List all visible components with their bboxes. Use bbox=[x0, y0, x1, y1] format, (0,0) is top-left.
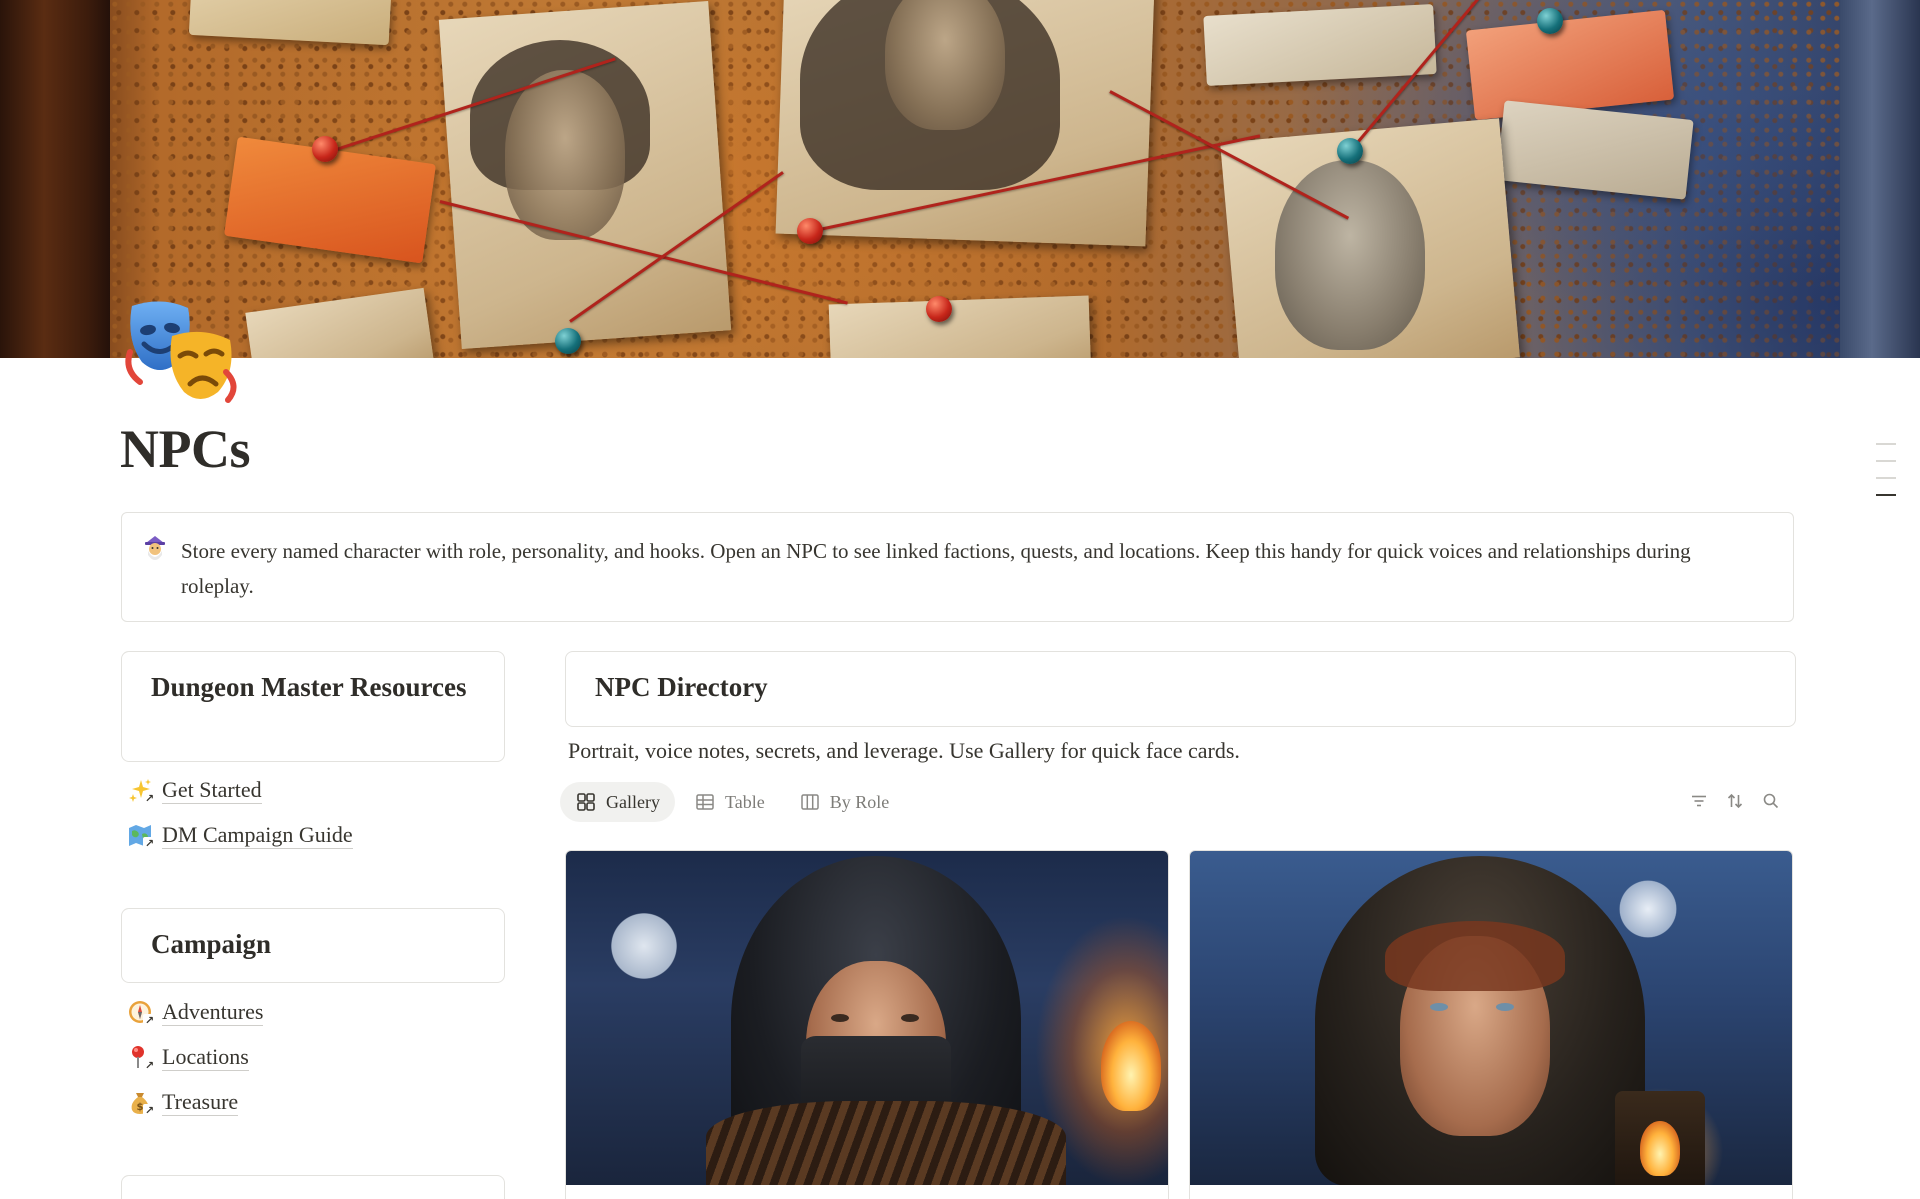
toc-line bbox=[1876, 477, 1896, 479]
portrait-eye bbox=[1496, 1003, 1514, 1011]
toc-line bbox=[1876, 460, 1896, 462]
link-get-started[interactable]: ↗ Get Started bbox=[127, 767, 353, 812]
section-header-dm-resources: Dungeon Master Resources bbox=[121, 651, 505, 762]
cover-pushpin bbox=[555, 328, 581, 354]
callout-text: Store every named character with role, p… bbox=[181, 539, 1691, 598]
link-label: DM Campaign Guide bbox=[162, 821, 353, 849]
cover-ticket bbox=[1465, 9, 1675, 121]
tab-label: Table bbox=[724, 791, 765, 812]
round-pushpin-icon: ↗ bbox=[127, 1044, 156, 1072]
toc-line bbox=[1876, 443, 1896, 445]
tab-by-role[interactable]: By Role bbox=[784, 782, 905, 822]
portrait-torch-flame bbox=[1101, 1021, 1161, 1111]
link-adventures[interactable]: ↗ Adventures bbox=[127, 989, 264, 1034]
portrait-hair bbox=[1385, 921, 1565, 991]
card-footer bbox=[566, 1185, 1168, 1199]
compass-icon: ↗ bbox=[127, 999, 156, 1027]
card-footer bbox=[1190, 1185, 1792, 1199]
world-map-icon: ↗ bbox=[127, 822, 156, 850]
link-arrow-icon: ↗ bbox=[143, 791, 156, 805]
cover-pushpin bbox=[926, 296, 952, 322]
gallery-icon bbox=[577, 793, 595, 811]
tab-label: By Role bbox=[829, 791, 890, 812]
cover-pushpin bbox=[1537, 8, 1563, 34]
cover-pushpin bbox=[797, 218, 823, 244]
table-icon bbox=[696, 794, 714, 810]
database-view-tabs: Gallery Table By Role bbox=[560, 782, 908, 822]
cover-sketch-face bbox=[505, 70, 625, 240]
cover-ticket bbox=[188, 0, 392, 46]
link-locations[interactable]: ↗ Locations bbox=[127, 1034, 263, 1079]
section-title: NPC Directory bbox=[595, 672, 768, 702]
link-label: Treasure bbox=[162, 1088, 239, 1116]
campaign-links: ↗ Adventures ↗ Locations $ ↗ Treasure bbox=[127, 989, 264, 1124]
cover-frame-right bbox=[1840, 0, 1920, 358]
cover-wood-frame bbox=[0, 0, 110, 358]
money-bag-icon: $ ↗ bbox=[127, 1089, 156, 1117]
table-of-contents-indicator[interactable] bbox=[1876, 443, 1896, 511]
board-icon bbox=[800, 794, 819, 810]
database-toolbar bbox=[1688, 790, 1782, 812]
npc-gallery-card[interactable] bbox=[1189, 850, 1793, 1199]
cover-sketch-paper bbox=[245, 287, 435, 358]
portrait-lantern-flame bbox=[1640, 1121, 1680, 1176]
cover-sketch-face bbox=[885, 0, 1005, 130]
npc-gallery-card[interactable] bbox=[565, 850, 1169, 1199]
link-arrow-icon: ↗ bbox=[143, 1013, 156, 1027]
section-title: Campaign bbox=[151, 929, 272, 959]
toc-line-active bbox=[1876, 494, 1896, 496]
cover-pushpin bbox=[1337, 138, 1363, 164]
section-header-npc-directory: NPC Directory bbox=[565, 651, 1796, 727]
search-icon[interactable] bbox=[1760, 790, 1782, 812]
portrait-eye bbox=[831, 1014, 849, 1022]
link-label: Adventures bbox=[162, 998, 264, 1026]
portrait-eye bbox=[901, 1014, 919, 1022]
cover-ticket bbox=[1203, 4, 1437, 86]
link-treasure[interactable]: $ ↗ Treasure bbox=[127, 1079, 263, 1124]
section-header-campaign: Campaign bbox=[121, 908, 505, 983]
sparkles-icon: ↗ bbox=[127, 777, 156, 805]
hooded-masked-rogue-portrait bbox=[566, 851, 1168, 1185]
link-label: Get Started bbox=[162, 776, 262, 804]
hooded-woman-with-lantern-portrait bbox=[1190, 851, 1792, 1185]
tab-gallery[interactable]: Gallery bbox=[560, 782, 675, 822]
tab-table[interactable]: Table bbox=[679, 782, 780, 822]
cover-pushpin bbox=[312, 136, 338, 162]
intro-callout: Store every named character with role, p… bbox=[121, 512, 1794, 622]
section-title: Dungeon Master Resources bbox=[151, 672, 467, 702]
link-dm-campaign-guide[interactable]: ↗ DM Campaign Guide bbox=[127, 812, 353, 857]
page-title[interactable]: NPCs bbox=[120, 418, 251, 480]
link-arrow-icon: ↗ bbox=[143, 836, 156, 850]
portrait-feathers bbox=[706, 1101, 1066, 1185]
link-arrow-icon: ↗ bbox=[143, 1103, 156, 1117]
cover-ticket bbox=[1496, 100, 1694, 200]
link-arrow-icon: ↗ bbox=[143, 1058, 156, 1072]
sort-icon[interactable] bbox=[1724, 790, 1746, 812]
directory-description: Portrait, voice notes, secrets, and leve… bbox=[568, 738, 1240, 763]
portrait-eye bbox=[1430, 1003, 1448, 1011]
tab-label: Gallery bbox=[606, 791, 660, 812]
filter-icon[interactable] bbox=[1688, 790, 1710, 812]
mage-icon[interactable] bbox=[142, 535, 168, 561]
performing-arts-masks-icon[interactable] bbox=[122, 300, 240, 412]
dm-resources-links: ↗ Get Started ↗ DM Campaign Guide bbox=[127, 767, 353, 857]
page-cover-image[interactable] bbox=[0, 0, 1920, 358]
cover-sketch-paper bbox=[828, 295, 1092, 358]
link-label: Locations bbox=[162, 1043, 249, 1071]
section-header-next bbox=[121, 1175, 505, 1199]
